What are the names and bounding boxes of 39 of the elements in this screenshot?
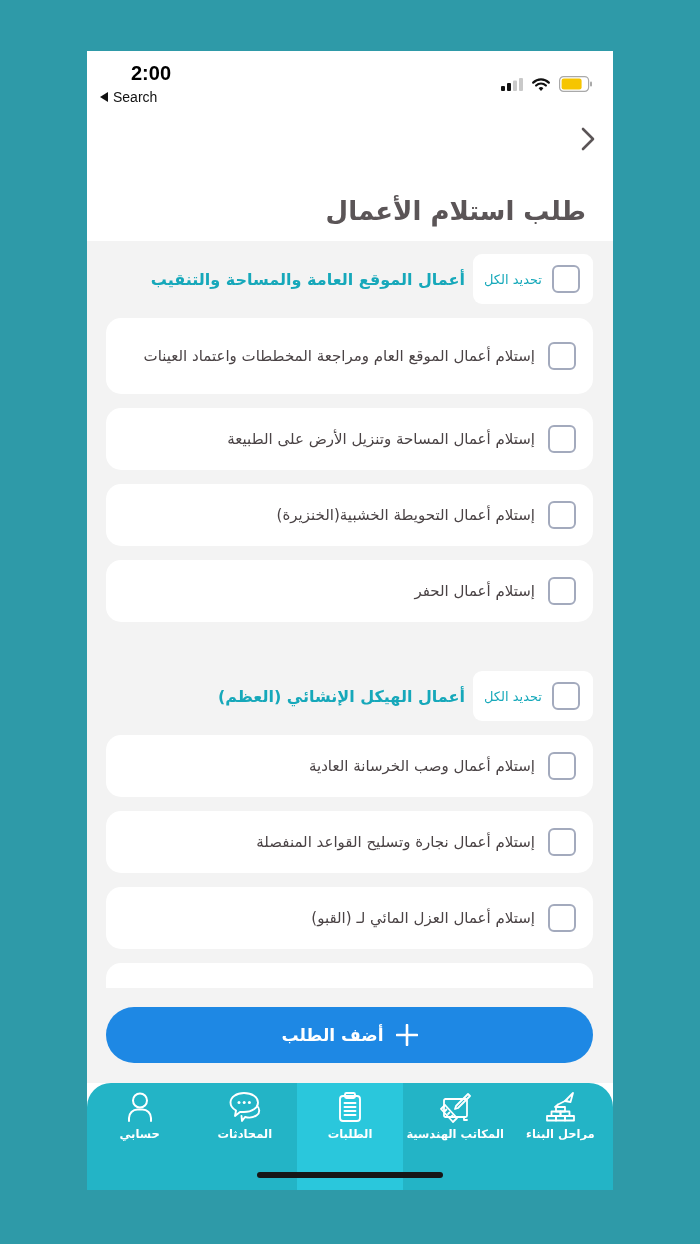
checkbox[interactable]: [552, 265, 580, 293]
add-request-button[interactable]: أضف الطلب: [106, 1007, 593, 1063]
select-all-toggle[interactable]: تحديد الكل: [473, 671, 593, 721]
checkbox[interactable]: [548, 425, 576, 453]
back-to-search-link[interactable]: Search: [100, 89, 158, 105]
tab-bar-item[interactable]: مراحل البناء: [507, 1083, 613, 1190]
tab-bar-item[interactable]: حسابي: [87, 1083, 193, 1190]
checkbox[interactable]: [548, 752, 576, 780]
plus-icon: [395, 1024, 418, 1046]
item-label: إستلام أعمال الموقع العام ومراجعة المخططات واعتماد العينات: [143, 346, 535, 366]
tab-bar-item[interactable]: الطلبات: [297, 1083, 403, 1190]
chat-bubbles-icon: [228, 1091, 261, 1123]
checkbox[interactable]: [548, 577, 576, 605]
page-title: طلب استلام الأعمال: [325, 194, 586, 229]
checkbox[interactable]: [548, 501, 576, 529]
checkbox[interactable]: [548, 342, 576, 370]
item-label: إستلام أعمال التحويطة الخشبية(الخنزيرة): [276, 505, 535, 525]
item-label: إستلام أعمال المساحة وتنزيل الأرض على الطبيعة: [227, 429, 535, 449]
section-title: أعمال الهيكل الإنشائي (العظم): [217, 686, 465, 706]
checkbox[interactable]: [548, 904, 576, 932]
drawing-board-icon: [439, 1091, 472, 1123]
item-label: إستلام أعمال الحفر: [414, 581, 535, 601]
tab-bar-item[interactable]: المحادثات: [192, 1083, 298, 1190]
chevron-icon: [581, 127, 595, 151]
trowel-bricks-icon: [544, 1091, 577, 1123]
item-label: إستلام أعمال نجارة وتسليح القواعد المنفصلة: [256, 832, 535, 852]
item-label: إستلام أعمال وصب الخرسانة العادية: [308, 756, 535, 776]
item-label: إستلام أعمال العزل المائي لـ (القبو): [311, 908, 535, 928]
checkbox[interactable]: [548, 828, 576, 856]
checkbox[interactable]: [552, 682, 580, 710]
select-all-toggle[interactable]: تحديد الكل: [473, 254, 593, 304]
signal-icon: [501, 77, 523, 91]
status-time: 2:00: [131, 62, 172, 84]
tab-bar-item[interactable]: المكاتب الهندسية: [402, 1083, 508, 1190]
back-button[interactable]: [581, 127, 595, 151]
section-title: أعمال الموقع العامة والمساحة والتنقيب: [150, 269, 465, 289]
back-icon: [100, 92, 108, 102]
wifi-icon: [532, 77, 550, 91]
battery-icon: [559, 76, 592, 92]
